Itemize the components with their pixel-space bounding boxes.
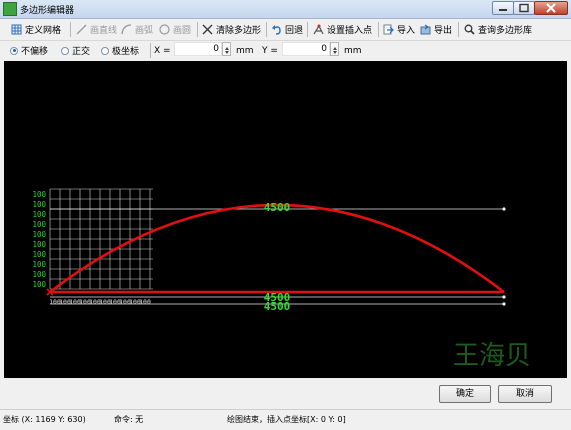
undo-icon (272, 25, 281, 35)
watermark: 王海贝 (453, 341, 531, 371)
set-insert-point-button[interactable]: 设置插入点 (313, 22, 372, 37)
toolbar-separator (458, 22, 459, 37)
grid-col-labels: 100100100100100100100100100100 (49, 298, 151, 306)
radio-dot-icon (61, 46, 69, 55)
y-input[interactable]: 0 (282, 42, 330, 56)
title-bar: 多边形编辑器 (0, 0, 571, 19)
grid-row-label: 100 (32, 250, 46, 259)
status-message: 绘图结束，插入点坐标[X: 0 Y: 0] (227, 415, 346, 424)
undo-button[interactable]: 回退 (271, 22, 303, 37)
window-title: 多边形编辑器 (20, 6, 75, 16)
grid-row-label: 100 (32, 240, 46, 249)
status-command: 命令: 无 (114, 415, 144, 424)
define-grid-label: 定义网格 (25, 26, 62, 36)
grid-row-labels: 100100100100100100100100100100 (32, 190, 46, 289)
draw-line-label: 画直线 (90, 26, 118, 36)
y-unit-label: mm (344, 45, 362, 56)
import-button[interactable]: 导入 (383, 22, 415, 37)
grid-col-label: 100 (139, 298, 151, 306)
dimension-endpoint (502, 207, 506, 211)
cancel-button[interactable]: 取消 (498, 385, 552, 403)
options-toolbar: 不偏移 正交 极坐标 X = 0 mm Y = 0 mm (0, 40, 571, 61)
close-icon (546, 3, 556, 13)
undo-label: 回退 (285, 26, 304, 36)
maximize-button[interactable] (513, 1, 535, 15)
x-unit-label: mm (236, 45, 254, 56)
export-label: 导出 (434, 26, 453, 36)
app-icon (3, 2, 17, 16)
x-label: X = (154, 45, 171, 56)
polygon-shape (46, 203, 505, 296)
radio-orthogonal[interactable]: 正交 (61, 43, 90, 58)
grid-row-label: 100 (32, 270, 46, 279)
toolbar-separator (266, 22, 267, 37)
draw-circle-button[interactable]: 画圆 (159, 22, 191, 37)
query-library-label: 查询多边形库 (478, 26, 533, 36)
arc-icon (121, 24, 132, 35)
import-label: 导入 (397, 26, 416, 36)
canvas-svg: 100100100100100100100100100100 100100100… (32, 188, 531, 371)
draw-circle-label: 画圆 (173, 26, 192, 36)
toolbar-separator (70, 22, 71, 37)
y-label: Y = (262, 45, 278, 56)
close-button[interactable] (534, 1, 568, 15)
grid-row-label: 100 (32, 230, 46, 239)
radio-orthogonal-label: 正交 (72, 47, 91, 57)
status-bar: 坐标 (X: 1169 Y: 630) 命令: 无 绘图结束，插入点坐标[X: … (0, 409, 571, 430)
radio-no-offset[interactable]: 不偏移 (10, 43, 48, 58)
radio-polar-label: 极坐标 (112, 47, 140, 57)
clear-icon (202, 24, 213, 35)
ok-button[interactable]: 确定 (439, 385, 491, 403)
search-icon (464, 24, 475, 35)
status-coords: 坐标 (X: 1169 Y: 630) (3, 415, 86, 424)
x-input[interactable]: 0 (174, 42, 222, 56)
insert-point-icon (313, 24, 324, 35)
grid-icon (11, 24, 22, 35)
set-insert-point-label: 设置插入点 (327, 26, 373, 36)
draw-line-button[interactable]: 画直线 (76, 22, 117, 37)
minimize-icon (499, 9, 507, 11)
grid-row-label: 100 (32, 190, 46, 199)
circle-icon (159, 24, 170, 35)
radio-no-offset-label: 不偏移 (21, 47, 49, 57)
drawing-canvas[interactable]: 100 100 100 100 100 100 100 100 100 100 100 100 100… (4, 61, 567, 378)
import-icon (383, 24, 394, 35)
toolbar-separator (378, 22, 379, 37)
main-toolbar: 定义网格 画直线 画弧 画圆 清除多边形 回退 设置插入点 导入 导出 查询多边… (0, 19, 571, 41)
grid-row-label: 100 (32, 280, 46, 289)
grid-row-label: 100 (32, 200, 46, 209)
radio-dot-icon (10, 46, 18, 55)
draw-arc-button[interactable]: 画弧 (121, 22, 153, 37)
dimension-endpoint (502, 295, 506, 299)
query-library-button[interactable]: 查询多边形库 (464, 22, 532, 37)
toolbar-separator (150, 43, 151, 58)
export-icon (420, 24, 431, 35)
dimension-label-bottom: 4500 (264, 300, 291, 313)
toolbar-separator (197, 22, 198, 37)
define-grid-button[interactable]: 定义网格 (11, 22, 61, 37)
y-spinner[interactable] (330, 42, 339, 56)
x-spinner[interactable] (222, 42, 231, 56)
dimension-label-top: 4500 (264, 201, 291, 214)
line-icon (76, 24, 87, 35)
toolbar-separator (307, 22, 308, 37)
grid-row-label: 100 (32, 220, 46, 229)
clear-polygon-button[interactable]: 清除多边形 (202, 22, 261, 37)
grid-row-label: 100 (32, 210, 46, 219)
radio-polar[interactable]: 极坐标 (101, 43, 139, 58)
clear-polygon-label: 清除多边形 (216, 26, 262, 36)
minimize-button[interactable] (492, 1, 514, 15)
grid-row-label: 100 (32, 260, 46, 269)
export-button[interactable]: 导出 (420, 22, 452, 37)
radio-dot-icon (101, 46, 109, 55)
maximize-icon (519, 3, 529, 13)
dimension-endpoint (502, 302, 506, 306)
draw-arc-label: 画弧 (135, 26, 154, 36)
